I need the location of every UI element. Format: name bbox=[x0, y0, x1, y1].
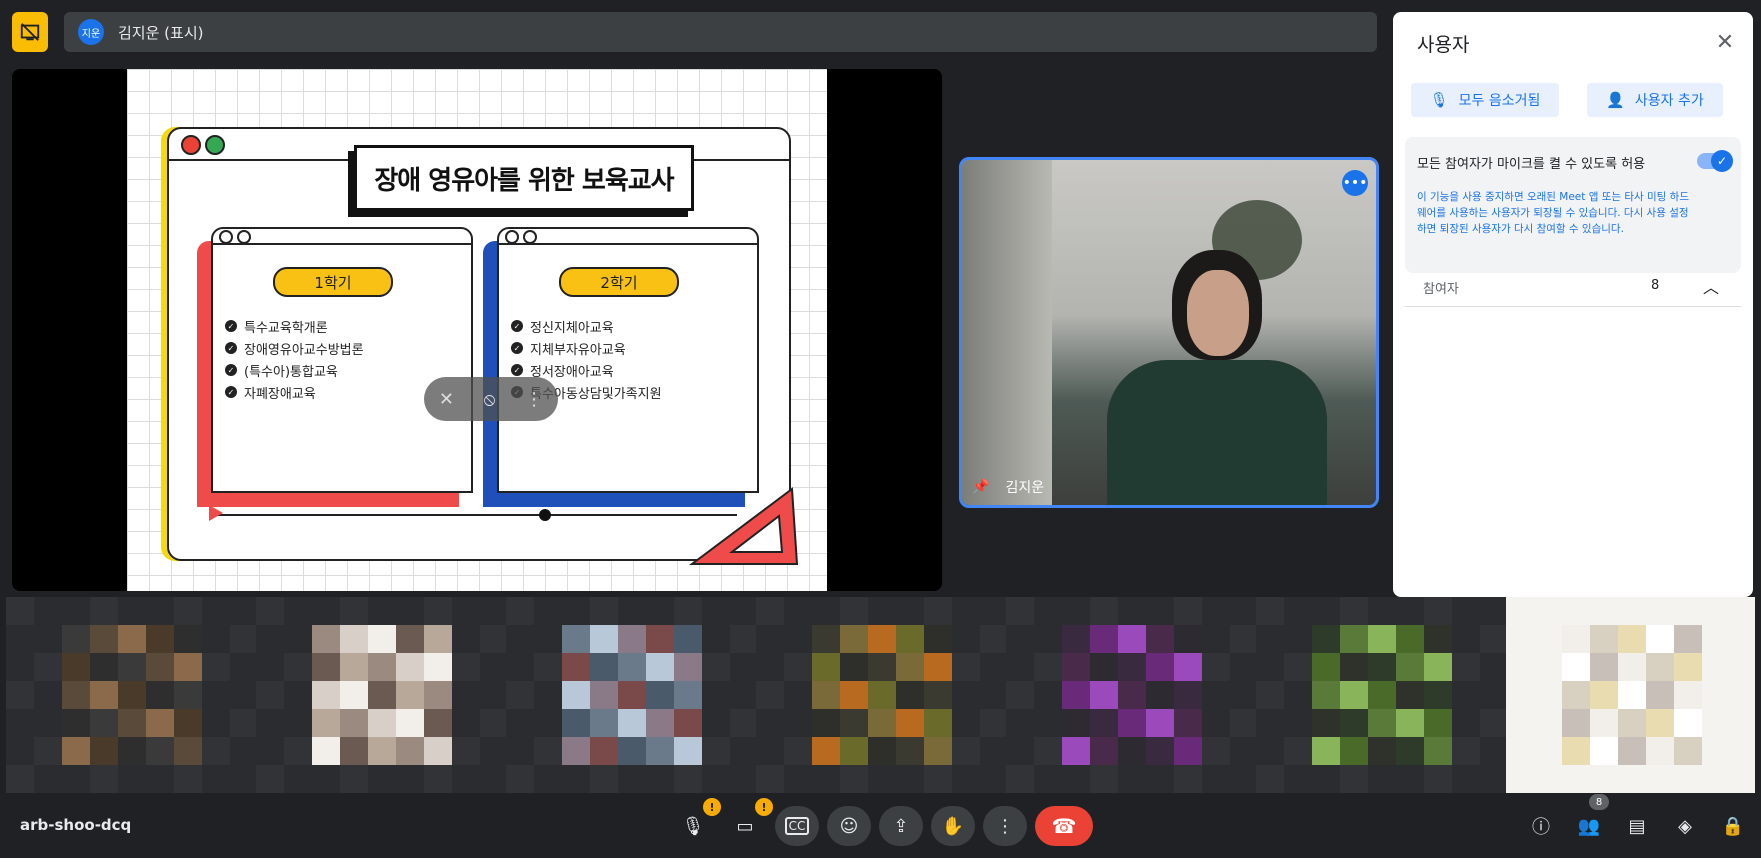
term2-label: 2학기 bbox=[559, 267, 679, 297]
check-icon: ✓ bbox=[511, 364, 523, 376]
slide-title: 장애 영유아를 위한 보육교사 bbox=[354, 145, 694, 211]
play-triangle-icon bbox=[209, 505, 223, 521]
check-icon: ✓ bbox=[225, 386, 237, 398]
meeting-info-button[interactable]: ⓘ bbox=[1525, 810, 1557, 842]
lock-person-icon: 🔒 bbox=[1721, 815, 1745, 837]
window-dot-green bbox=[205, 135, 225, 155]
participants-count: 8 bbox=[1651, 278, 1660, 293]
list-item: ✓ 특수교육학개론 bbox=[225, 315, 364, 337]
presentation-view: 장애 영유아를 위한 보육교사 1학기 ✓ 특수교육학개론 ✓ 장애영유아교수방법론… bbox=[12, 69, 942, 591]
meeting-code: arb-shoo-dcq bbox=[20, 816, 132, 834]
more-options-button[interactable]: ⋮ bbox=[983, 806, 1027, 846]
speaker-name-tag: 📌 김지운 bbox=[972, 477, 1044, 497]
check-icon: ✓ bbox=[225, 364, 237, 376]
activities-icon: ◈ bbox=[1678, 815, 1692, 837]
window-dot-red bbox=[181, 135, 201, 155]
check-icon: ✓ bbox=[511, 320, 523, 332]
presentation-float-controls[interactable]: ✕ ⦸ ⋮ bbox=[424, 377, 558, 421]
slide-timeline bbox=[217, 514, 737, 516]
mute-all-button[interactable]: 🎙 모두 음소거됨 bbox=[1411, 83, 1559, 117]
list-item: ✓ 자폐장애교육 bbox=[225, 381, 364, 403]
term1-card: 1학기 ✓ 특수교육학개론 ✓ 장애영유아교수방법론 ✓ (특수아)통합교육 ✓ 자폐장… bbox=[211, 227, 473, 493]
ruler-triangle-icon bbox=[689, 487, 799, 565]
speaker-name: 김지운 bbox=[1005, 480, 1045, 496]
mic-icon: 🎙 bbox=[681, 815, 705, 837]
more-options-icon[interactable]: ••• bbox=[1342, 170, 1368, 196]
allow-mic-label: 모든 참여자가 마이크를 켤 수 있도록 허용 bbox=[1417, 157, 1646, 172]
timeline-dot bbox=[539, 509, 551, 521]
speaker-tile[interactable]: ••• 📌 김지운 bbox=[959, 157, 1379, 508]
camera-icon: ▭ bbox=[736, 815, 754, 837]
check-icon: ✓ bbox=[1711, 150, 1733, 172]
list-item: ✓ 지체부자유아교육 bbox=[511, 337, 662, 359]
call-end-icon: ☎ bbox=[1051, 814, 1077, 838]
allow-mic-description: 이 기능을 사용 중지하면 오래된 Meet 앱 또는 타사 미팅 하드웨어를 … bbox=[1417, 191, 1689, 235]
raise-hand-button[interactable]: ✋ bbox=[931, 806, 975, 846]
host-controls-button[interactable]: 🔒 bbox=[1717, 810, 1749, 842]
close-icon[interactable]: ✕ bbox=[1711, 28, 1739, 56]
emoji-icon: ☺ bbox=[839, 815, 859, 837]
list-item: ✓ (특수아)통합교육 bbox=[225, 359, 364, 381]
activities-button[interactable]: ◈ bbox=[1669, 810, 1701, 842]
mic-off-icon: 🎙 bbox=[1429, 91, 1449, 109]
present-button[interactable]: ⇪ bbox=[879, 806, 923, 846]
people-count-badge: 8 bbox=[1589, 794, 1609, 810]
presenter-label: 김지운 (표시) bbox=[118, 23, 204, 42]
presenter-avatar: 지운 bbox=[78, 19, 104, 45]
list-item: ✓ 정신지체아교육 bbox=[511, 315, 662, 337]
mute-tile-icon[interactable]: ⦸ bbox=[484, 389, 496, 410]
term2-card: 2학기 ✓정신지체아교육 ✓지체부자유아교육 ✓정서장애아교육 ✓특수아동상담및… bbox=[497, 227, 759, 493]
check-icon: ✓ bbox=[225, 320, 237, 332]
present-screen-icon: ⇪ bbox=[893, 815, 909, 837]
people-button[interactable]: 👥 bbox=[1573, 810, 1605, 842]
participants-label: 참여자 bbox=[1423, 282, 1459, 297]
unpin-icon[interactable]: ✕ bbox=[439, 389, 454, 410]
info-icon: ⓘ bbox=[1532, 817, 1550, 838]
pin-icon[interactable]: 📌 bbox=[972, 479, 989, 495]
participants-section-header[interactable]: 참여자 8 ︿ bbox=[1405, 274, 1741, 307]
stop-presenting-button[interactable] bbox=[12, 12, 48, 52]
chat-icon: ▤ bbox=[1628, 815, 1646, 837]
warning-badge: ! bbox=[703, 798, 721, 816]
list-item: ✓ 장애영유아교수방법론 bbox=[225, 337, 364, 359]
people-panel: 사용자 ✕ 🎙 모두 음소거됨 👤 사용자 추가 모든 참여자가 마이크를 켤 … bbox=[1393, 12, 1753, 597]
leave-call-button[interactable]: ☎ bbox=[1035, 806, 1093, 846]
more-vert-icon: ⋮ bbox=[996, 815, 1014, 837]
check-icon: ✓ bbox=[225, 342, 237, 354]
slide: 장애 영유아를 위한 보육교사 1학기 ✓ 특수교육학개론 ✓ 장애영유아교수방법론… bbox=[127, 69, 827, 591]
term1-label: 1학기 bbox=[273, 267, 393, 297]
people-icon: 👥 bbox=[1577, 815, 1601, 837]
mic-permission-box: 모든 참여자가 마이크를 켤 수 있도록 허용 ✓ 이 기능을 사용 중지하면 … bbox=[1405, 137, 1741, 273]
more-vert-icon[interactable]: ⋮ bbox=[525, 389, 543, 410]
hand-icon: ✋ bbox=[941, 815, 965, 837]
mic-button[interactable]: 🎙 ! bbox=[671, 798, 721, 846]
allow-mic-toggle[interactable]: ✓ bbox=[1697, 150, 1733, 172]
captions-icon: CC bbox=[784, 817, 810, 835]
camera-button[interactable]: ▭ ! bbox=[723, 798, 773, 846]
captions-button[interactable]: CC bbox=[775, 806, 819, 846]
person-add-icon: 👤 bbox=[1606, 91, 1625, 109]
check-icon: ✓ bbox=[511, 342, 523, 354]
add-people-button[interactable]: 👤 사용자 추가 bbox=[1587, 83, 1723, 117]
warning-badge: ! bbox=[755, 798, 773, 816]
chat-button[interactable]: ▤ bbox=[1621, 810, 1653, 842]
participant-strip bbox=[6, 597, 1755, 793]
chevron-up-icon[interactable]: ︿ bbox=[1703, 274, 1719, 298]
presenter-bar[interactable]: 지운 김지운 (표시) bbox=[64, 12, 1377, 52]
panel-title: 사용자 bbox=[1417, 34, 1470, 56]
stop-presenting-icon bbox=[20, 23, 40, 41]
reactions-button[interactable]: ☺ bbox=[827, 806, 871, 846]
